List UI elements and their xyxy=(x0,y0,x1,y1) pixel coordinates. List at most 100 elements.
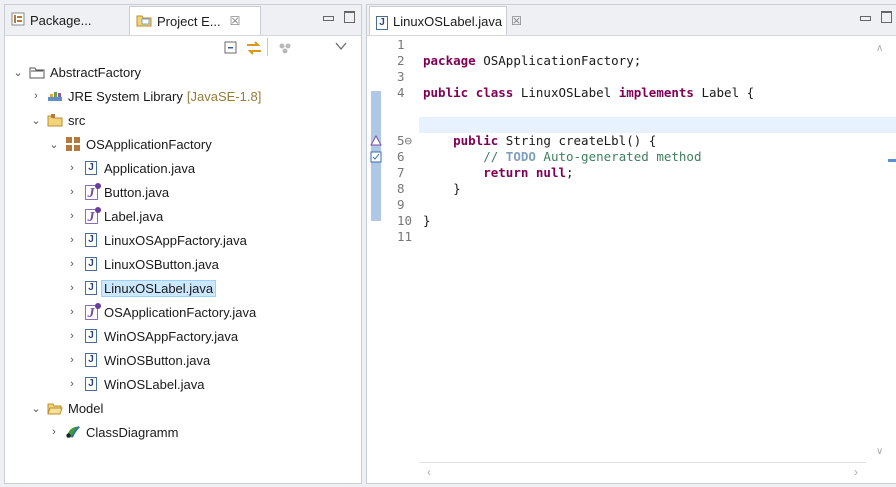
tree-item-diagram[interactable]: › ClassDiagramm xyxy=(47,420,178,444)
left-toolbar xyxy=(5,36,361,60)
chevron-right-icon[interactable]: › xyxy=(65,330,79,342)
focus-icon[interactable] xyxy=(277,40,293,59)
tree-item-file[interactable]: › J OSApplicationFactory.java xyxy=(65,300,256,324)
code-editor[interactable]: 1 2 3 4 5⊖ 6 7 8 9 10 11 package OSAppli… xyxy=(367,35,896,483)
close-icon[interactable]: ☒ xyxy=(230,14,241,28)
chevron-right-icon[interactable]: › xyxy=(65,234,79,246)
project-explorer-icon xyxy=(136,13,152,30)
line-number: 1 xyxy=(397,37,405,52)
override-indicator-icon[interactable] xyxy=(370,134,382,150)
scroll-left-icon[interactable]: ‹ xyxy=(427,465,431,479)
scroll-up-icon[interactable]: ∧ xyxy=(876,43,883,54)
tree-item-file[interactable]: › J LinuxOSAppFactory.java xyxy=(65,228,247,252)
chevron-right-icon[interactable]: › xyxy=(65,210,79,222)
code-text-area[interactable]: package OSApplicationFactory; public cla… xyxy=(419,35,866,463)
maximize-icon[interactable] xyxy=(344,11,355,23)
tree-item-label: JRE System Library xyxy=(68,88,183,104)
java-file-icon: J xyxy=(376,13,388,30)
code-text: ; xyxy=(566,165,574,180)
chevron-right-icon[interactable]: › xyxy=(65,258,79,270)
close-icon[interactable]: ☒ xyxy=(511,14,522,28)
chevron-down-icon[interactable]: ⌄ xyxy=(11,66,25,79)
task-marker-icon[interactable] xyxy=(370,151,382,166)
tab-label: Project E... xyxy=(157,13,221,29)
tree-item-file[interactable]: › J WinOSButton.java xyxy=(65,348,210,372)
tree-item-file[interactable]: › J WinOSAppFactory.java xyxy=(65,324,238,348)
tab-label: LinuxOSLabel.java xyxy=(393,13,503,29)
left-tabbar: Package... Project E... ☒ xyxy=(5,5,361,36)
interface-file-icon: J xyxy=(83,182,101,201)
line-number: 4 xyxy=(397,85,405,100)
collapse-all-icon[interactable] xyxy=(224,40,238,57)
class-diagram-icon xyxy=(65,424,81,440)
tab-project-explorer[interactable]: Project E... ☒ xyxy=(129,6,261,35)
tree-item-label: WinOSLabel.java xyxy=(104,376,205,392)
tree-item-jre[interactable]: › JRE System Library [JavaSE-1.8] xyxy=(29,84,261,108)
code-keyword: public xyxy=(453,133,499,148)
tree-item-src[interactable]: ⌄ src xyxy=(29,108,85,132)
code-keyword: return xyxy=(483,165,529,180)
tree-item-project[interactable]: ⌄ AbstractFactory xyxy=(11,60,141,84)
tree-item-file[interactable]: › J WinOSLabel.java xyxy=(65,372,204,396)
code-line-7: return null; xyxy=(423,165,574,181)
project-explorer-view: Package... Project E... ☒ ⌄ AbstractFact… xyxy=(4,4,362,484)
code-text: } xyxy=(423,213,431,228)
line-number[interactable]: 5⊖ xyxy=(385,133,419,149)
link-with-editor-icon[interactable] xyxy=(245,40,263,59)
chevron-right-icon[interactable]: › xyxy=(65,354,79,366)
chevron-down-icon[interactable]: ⌄ xyxy=(47,138,61,151)
left-window-controls xyxy=(323,11,355,23)
overview-ruler-marker[interactable] xyxy=(888,159,896,162)
chevron-right-icon[interactable]: › xyxy=(47,426,61,438)
code-todo-tag: TODO xyxy=(505,149,536,164)
line-number: 8 xyxy=(397,181,405,196)
horizontal-scrollbar[interactable]: ‹ › xyxy=(419,462,866,483)
line-number: 10 xyxy=(397,213,413,228)
project-folder-icon xyxy=(29,64,45,80)
scroll-down-icon[interactable]: ∨ xyxy=(876,446,883,457)
scroll-right-icon[interactable]: › xyxy=(854,465,858,479)
chevron-right-icon[interactable]: › xyxy=(65,306,79,318)
tree-item-file[interactable]: › J Label.java xyxy=(65,204,163,228)
minimize-icon[interactable] xyxy=(323,16,334,21)
code-text: } xyxy=(453,181,461,196)
chevron-right-icon[interactable]: › xyxy=(65,282,79,294)
minimize-icon[interactable] xyxy=(860,16,871,21)
tree-item-package[interactable]: ⌄ OSApplicationFactory xyxy=(47,132,211,156)
tree-item-label: Label.java xyxy=(104,208,164,224)
code-line-8: } xyxy=(423,181,461,197)
tree-item-label: AbstractFactory xyxy=(50,64,142,80)
tree-item-file[interactable]: › J LinuxOSButton.java xyxy=(65,252,219,276)
chevron-right-icon[interactable]: › xyxy=(65,186,79,198)
tree-item-file[interactable]: › J Button.java xyxy=(65,180,169,204)
maximize-icon[interactable] xyxy=(881,11,892,23)
java-file-icon: J xyxy=(83,376,99,392)
chevron-right-icon[interactable]: › xyxy=(65,378,79,390)
code-comment: // xyxy=(483,149,506,164)
java-file-icon: J xyxy=(83,160,99,176)
tree-item-file[interactable]: › J Application.java xyxy=(65,156,195,180)
code-text: Label { xyxy=(693,85,755,100)
editor-window-controls xyxy=(860,11,892,23)
chevron-down-icon[interactable]: ⌄ xyxy=(29,114,43,127)
chevron-right-icon[interactable]: › xyxy=(29,90,43,102)
tree-item-model[interactable]: ⌄ Model xyxy=(29,396,103,420)
tree-item-label: LinuxOSAppFactory.java xyxy=(104,232,247,248)
tab-editor-file[interactable]: J LinuxOSLabel.java ☒ xyxy=(369,6,522,35)
tab-package-explorer[interactable]: Package... xyxy=(5,6,129,35)
line-number: 2 xyxy=(397,53,405,68)
tree-item-label: LinuxOSButton.java xyxy=(104,256,219,272)
tree-item-label: OSApplicationFactory.java xyxy=(104,304,257,320)
chevron-down-icon[interactable]: ⌄ xyxy=(29,402,43,415)
line-number: 11 xyxy=(397,229,413,244)
line-number: 3 xyxy=(397,69,405,84)
view-menu-icon[interactable] xyxy=(335,39,347,54)
jre-version-decoration: [JavaSE-1.8] xyxy=(186,88,262,104)
chevron-right-icon[interactable]: › xyxy=(65,162,79,174)
java-file-icon: J xyxy=(83,232,99,248)
tree-item-file-selected[interactable]: › J LinuxOSLabel.java xyxy=(65,276,217,300)
code-text: OSApplicationFactory; xyxy=(475,53,642,68)
vertical-scrollbar[interactable]: ∧ ∨ xyxy=(866,35,896,463)
line-number: 7 xyxy=(397,165,405,180)
interface-file-icon: J xyxy=(83,206,101,225)
